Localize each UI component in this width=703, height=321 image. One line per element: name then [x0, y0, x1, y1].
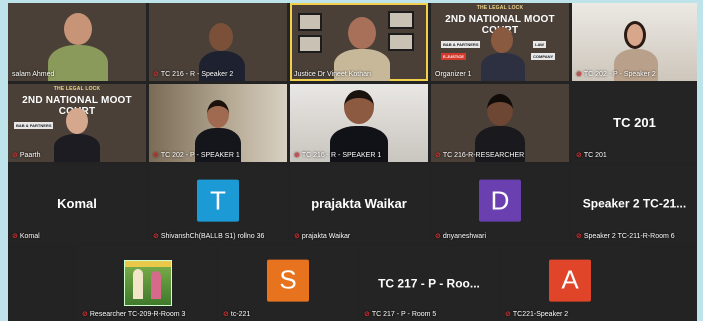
mic-muted-icon: ⊘: [12, 233, 18, 240]
participant-tile[interactable]: prajakta Waikar ⊘ prajakta Waikar: [290, 165, 428, 243]
participant-name: ⊘ TC221-Speaker 2: [505, 311, 569, 318]
participant-display-name: TC 201: [613, 114, 656, 130]
banner-sponsor: B&B & PARTNERS: [14, 122, 54, 129]
mic-muted-icon: ⊘: [576, 152, 582, 159]
participant-name: ⊘ Speaker 2 TC-211-R-Room 6: [576, 233, 675, 240]
mic-muted-icon: ⊘: [153, 233, 159, 240]
mic-muted-icon: ⊘: [435, 152, 441, 159]
participant-tile[interactable]: Komal ⊘ Komal: [8, 165, 146, 243]
mic-muted-icon: ⊘: [294, 152, 300, 159]
mic-muted-icon: ⊘: [82, 311, 88, 318]
participant-tile[interactable]: THE LEGAL LOCK 2ND NATIONAL MOOT COURT B…: [431, 3, 569, 81]
participant-avatar: S: [267, 259, 309, 302]
mic-muted-icon: ⊘: [153, 71, 159, 78]
participant-tile[interactable]: ⊘ TC 202 - P - Speaker 2: [572, 3, 697, 81]
participant-avatar: D: [479, 179, 521, 222]
banner-sponsor: E-JUSTICE: [441, 53, 466, 60]
participant-name: salam Ahmed: [12, 71, 55, 78]
participant-name: ⊘ tc-221: [223, 311, 251, 318]
participant-avatar: T: [197, 179, 239, 222]
participant-name: Organizer 1: [435, 71, 472, 78]
banner-sponsor: B&B & PARTNERS: [441, 41, 481, 48]
participant-tile[interactable]: ⊘ Researcher TC-209-R-Room 3: [78, 246, 216, 321]
participant-name: Justice Dr Vineet Kothari: [294, 71, 371, 78]
participant-photo: [124, 260, 172, 306]
wall-frame: [298, 13, 322, 31]
banner-sponsor: LAW: [533, 41, 546, 48]
participant-name: ⊘ Komal: [12, 233, 40, 240]
participant-tile[interactable]: THE LEGAL LOCK 2ND NATIONAL MOOT COURT B…: [8, 84, 146, 162]
participant-avatar: A: [549, 259, 591, 302]
mic-muted-icon: ⊘: [364, 311, 370, 318]
participant-name: ⊘ TC 216 - R - SPEAKER 1: [294, 152, 382, 159]
participant-name: ⊘ TC 216-R-RESEARCHER: [435, 152, 525, 159]
participant-name: ⊘ TC 217 - P - Room 5: [364, 311, 437, 318]
participant-name: ⊘ TC 202 - P - SPEAKER 1: [153, 152, 240, 159]
mic-muted-icon: ⊘: [576, 233, 582, 240]
participant-display-name: Komal: [57, 195, 97, 211]
participant-name: ⊘ TC 201: [576, 152, 607, 159]
participant-tile[interactable]: Speaker 2 TC-21... ⊘ Speaker 2 TC-211-R-R…: [572, 165, 697, 243]
participant-name: ⊘ prajakta Waikar: [294, 233, 351, 240]
participant-tile[interactable]: ⊘ TC 216 - R - SPEAKER 1: [290, 84, 428, 162]
participant-tile[interactable]: ⊘ TC 216 - R - Speaker 2: [149, 3, 287, 81]
participant-name: ⊘ ShivanshCh(BALLB S1) rollno 36: [153, 233, 265, 240]
video-gallery: salam Ahmed ⊘ TC 216 - R - Speaker 2 Just…: [8, 3, 697, 321]
banner-header: THE LEGAL LOCK: [53, 86, 101, 92]
participant-name: ⊘ Researcher TC-209-R-Room 3: [82, 311, 186, 318]
participant-tile[interactable]: TC 201 ⊘ TC 201: [572, 84, 697, 162]
participant-tile[interactable]: D ⊘ dnyaneshwari: [431, 165, 569, 243]
participant-display-name: Speaker 2 TC-21...: [582, 196, 687, 211]
participant-tile[interactable]: ⊘ TC 216-R-RESEARCHER: [431, 84, 569, 162]
banner-sponsor: COMPANY: [531, 53, 556, 60]
participant-tile[interactable]: S ⊘ tc-221: [219, 246, 357, 321]
participant-tile[interactable]: salam Ahmed: [8, 3, 146, 81]
wall-frame: [298, 35, 322, 53]
mic-muted-icon: ⊘: [153, 152, 159, 159]
banner-header: THE LEGAL LOCK: [476, 5, 524, 11]
participant-name: ⊘ dnyaneshwari: [435, 233, 487, 240]
mic-muted-icon: ⊘: [294, 233, 300, 240]
participant-name: ⊘ TC 216 - R - Speaker 2: [153, 71, 234, 78]
participant-name: ⊘ Paarth: [12, 152, 41, 159]
participant-tile[interactable]: ⊘ TC 202 - P - SPEAKER 1: [149, 84, 287, 162]
participant-video: [481, 25, 525, 81]
participant-tile[interactable]: TC 217 - P - Roo... ⊘ TC 217 - P - Room 5: [360, 246, 498, 321]
mic-muted-icon: ⊘: [12, 152, 18, 159]
participant-name: ⊘ TC 202 - P - Speaker 2: [576, 71, 656, 78]
participant-video: [48, 11, 108, 81]
participant-tile[interactable]: T ⊘ ShivanshCh(BALLB S1) rollno 36: [149, 165, 287, 243]
participant-display-name: prajakta Waikar: [311, 195, 407, 211]
participant-tile-active-speaker[interactable]: Justice Dr Vineet Kothari: [290, 3, 428, 81]
participant-tile[interactable]: A ⊘ TC221-Speaker 2: [501, 246, 639, 321]
participant-video: [54, 106, 100, 162]
participant-display-name: TC 217 - P - Roo...: [378, 275, 480, 290]
mic-muted-icon: ⊘: [435, 233, 441, 240]
mic-muted-icon: ⊘: [576, 71, 582, 78]
wall-frame: [388, 33, 414, 51]
mic-muted-icon: ⊘: [505, 311, 511, 318]
wall-frame: [388, 11, 414, 29]
mic-muted-icon: ⊘: [223, 311, 229, 318]
